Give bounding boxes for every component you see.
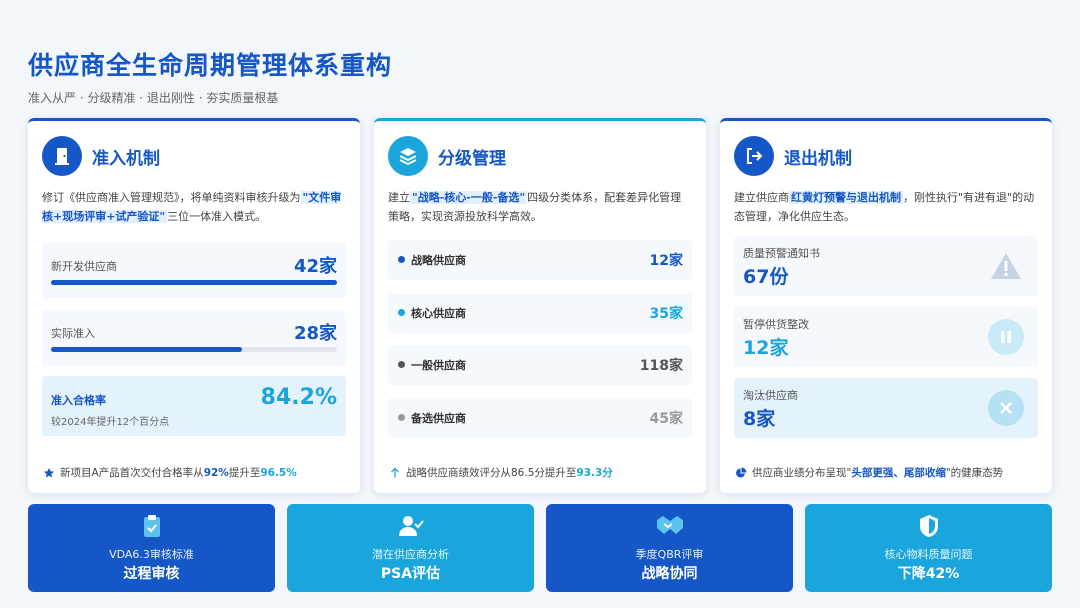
page-subtitle: 准入从严 · 分级精准 · 退出刚性 · 夯实质量根基 — [28, 91, 279, 105]
tiering-footer: 战略供应商绩效评分从86.5分提升至 93.3分 — [388, 465, 696, 480]
exit-value: 67份 — [743, 266, 789, 288]
tile-value: 战略协同 — [641, 566, 698, 582]
tiering-card-header: 分级管理 — [388, 136, 506, 176]
tier-row: 核心供应商 35家 — [388, 293, 692, 333]
tier-row: 战略供应商 12家 — [388, 240, 692, 280]
tier-dot — [398, 361, 405, 368]
exit-footer: 供应商业绩分布呈现" 头部更强、尾部收缩 "的健康态势 — [734, 465, 1042, 480]
admission-rate-box: 准入合格率 较2024年提升12个百分点 84.2% — [42, 376, 346, 436]
tiering-card: 分级管理 建立 "战略-核心-一般-备选" 四级分类体系，配套差异化管理策略，实现资… — [374, 118, 706, 493]
tier-value: 118家 — [639, 358, 683, 374]
tier-label: 一般供应商 — [411, 359, 466, 372]
psa-tile: 潜在供应商分析 PSA评估 — [287, 504, 534, 592]
tier-row: 一般供应商 118家 — [388, 345, 692, 385]
tile-value: PSA评估 — [380, 566, 441, 582]
eliminated-supplier-item: 淘汰供应商 8家 — [734, 378, 1038, 438]
stat-value: 42家 — [293, 256, 337, 277]
exit-card-header: 退出机制 — [734, 136, 852, 176]
progress-fill — [51, 347, 242, 352]
tile-label: 潜在供应商分析 — [372, 548, 449, 561]
user-check-icon — [287, 514, 534, 538]
tier-dot — [398, 309, 405, 316]
admission-footer: 新项目A产品首次交付合格率从 92% 提升至 96.5% — [42, 465, 350, 480]
exit-card-description: 建立供应商 红黄灯预警与退出机制 ，刚性执行"有进有退"的动态管理，净化供应生态。 — [734, 191, 1035, 223]
rate-label: 准入合格率 — [51, 394, 106, 407]
pause-icon — [988, 319, 1024, 355]
admission-card-description: 修订《供应商准入管理规范》，将单纯资料审核升级为 "文件审核+现场评审+试产验证"… — [42, 191, 342, 223]
warning-notice-item: 质量预警通知书 67份 — [734, 236, 1038, 296]
warning-icon — [988, 248, 1024, 284]
page-title: 供应商全生命周期管理体系重构 — [28, 51, 393, 80]
pie-icon — [734, 467, 748, 479]
process-audit-tile: VDA6.3审核标准 过程审核 — [28, 504, 275, 592]
admission-card: 准入机制 修订《供应商准入管理规范》，将单纯资料审核升级为 "文件审核+现场评审+… — [28, 118, 360, 493]
tier-value: 35家 — [649, 306, 683, 322]
clipboard-icon — [28, 514, 275, 538]
tier-dot — [398, 256, 405, 263]
exit-icon — [734, 136, 774, 176]
progress-fill — [51, 280, 337, 285]
exit-label: 淘汰供应商 — [743, 389, 798, 402]
tier-value: 45家 — [649, 411, 683, 427]
stat-value: 28家 — [293, 323, 337, 344]
tile-value: 过程审核 — [123, 566, 180, 582]
tier-row: 备选供应商 45家 — [388, 398, 692, 438]
admitted-suppliers-stat: 实际准入 28家 — [42, 310, 346, 366]
tier-dot — [398, 414, 405, 421]
stat-label: 新开发供应商 — [51, 260, 117, 273]
progress-bar — [51, 347, 337, 352]
handshake-icon — [546, 514, 793, 536]
admission-card-header: 准入机制 — [42, 136, 160, 176]
tier-value: 12家 — [649, 253, 683, 269]
exit-label: 质量预警通知书 — [743, 247, 820, 260]
tier-label: 备选供应商 — [411, 412, 466, 425]
close-icon — [988, 390, 1024, 426]
tier-label: 核心供应商 — [411, 307, 466, 320]
stat-label: 实际准入 — [51, 327, 95, 340]
rate-value: 84.2% — [260, 385, 337, 410]
exit-value: 12家 — [743, 337, 789, 359]
tier-label: 战略供应商 — [411, 254, 466, 267]
layers-icon — [388, 136, 428, 176]
quality-issue-tile: 核心物料质量问题 下降42% — [805, 504, 1052, 592]
tile-label: 季度QBR评审 — [635, 548, 704, 561]
exit-label: 暂停供货整改 — [743, 318, 809, 331]
tiering-card-title: 分级管理 — [438, 148, 506, 169]
exit-card: 退出机制 建立供应商 红黄灯预警与退出机制 ，刚性执行"有进有退"的动态管理，净化供… — [720, 118, 1052, 493]
suspend-supply-item: 暂停供货整改 12家 — [734, 307, 1038, 367]
tile-label: VDA6.3审核标准 — [109, 548, 194, 561]
tile-value: 下降42% — [897, 566, 960, 582]
door-icon — [42, 136, 82, 176]
tiering-card-description: 建立 "战略-核心-一般-备选" 四级分类体系，配套差异化管理策略，实现资源投放科学… — [388, 191, 682, 223]
arrow-up-icon — [388, 467, 402, 479]
new-suppliers-stat: 新开发供应商 42家 — [42, 243, 346, 299]
star-icon — [42, 467, 56, 479]
qbr-tile: 季度QBR评审 战略协同 — [546, 504, 793, 592]
exit-card-title: 退出机制 — [784, 148, 852, 169]
shield-icon — [805, 514, 1052, 538]
exit-value: 8家 — [743, 408, 776, 430]
progress-bar — [51, 280, 337, 285]
tile-label: 核心物料质量问题 — [884, 548, 973, 561]
admission-card-title: 准入机制 — [92, 148, 160, 169]
rate-subtext: 较2024年提升12个百分点 — [51, 417, 170, 428]
